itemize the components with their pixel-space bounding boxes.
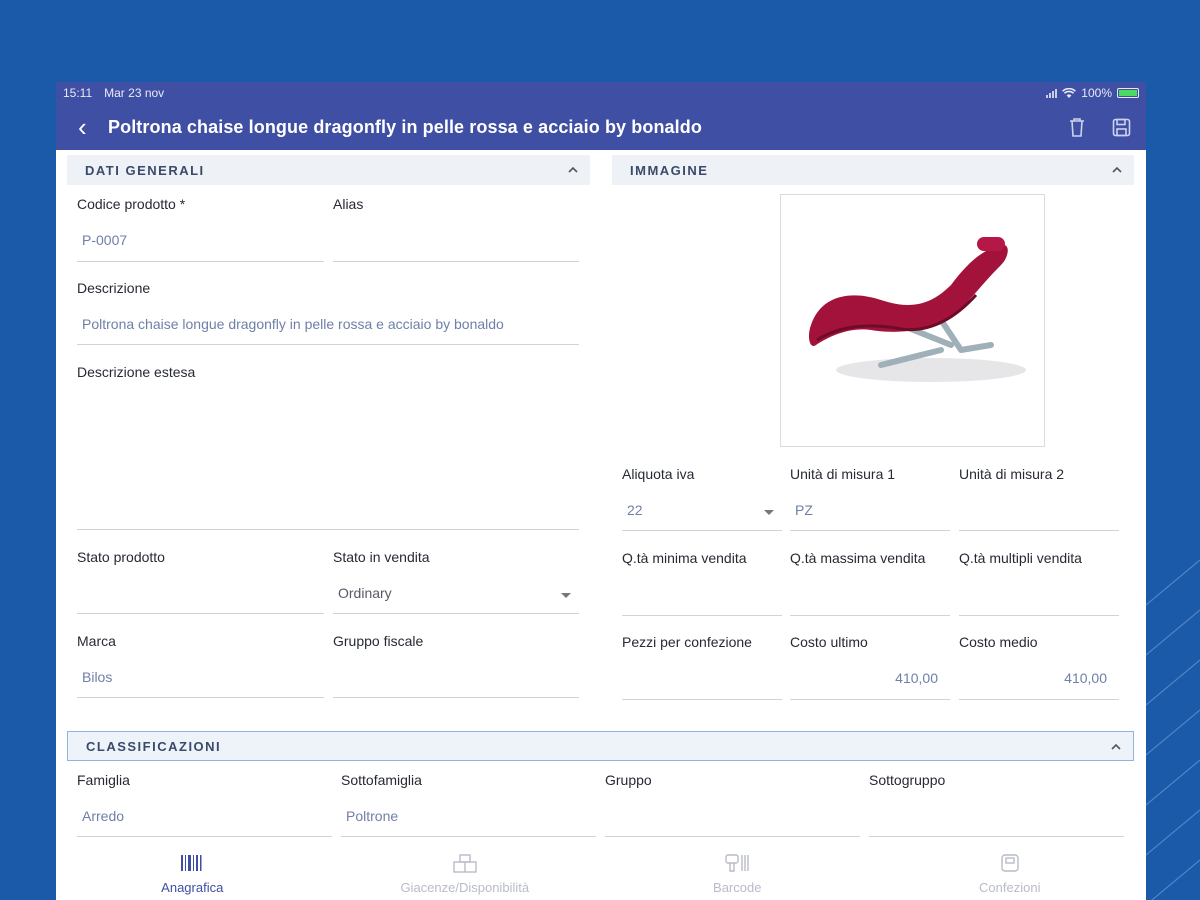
average-cost-field[interactable]: Costo medio 410,00 — [959, 634, 1119, 700]
section-classification-title: CLASSIFICAZIONI — [86, 738, 222, 754]
brand-field[interactable]: Marca Bilos — [77, 633, 324, 698]
product-code-field[interactable]: Codice prodotto * P-0007 — [77, 196, 324, 262]
tablet-screen: 15:11 Mar 23 nov 100% ‹ Poltrona chaise … — [56, 82, 1146, 900]
unit1-field[interactable]: Unità di misura 1 PZ — [790, 466, 950, 531]
save-button[interactable] — [1110, 116, 1132, 138]
tab-anagrafica-label: Anagrafica — [161, 880, 224, 895]
family-label: Famiglia — [77, 772, 130, 788]
product-state-label: Stato prodotto — [77, 549, 165, 565]
brand-value: Bilos — [82, 669, 113, 685]
family-field[interactable]: Famiglia Arredo — [77, 772, 332, 837]
vat-select[interactable]: Aliquota iva 22 — [622, 466, 782, 531]
min-qty-label: Q.tà minima vendita — [622, 550, 747, 566]
dropdown-arrow-icon — [764, 510, 774, 515]
tab-barcode-label: Barcode — [713, 880, 762, 895]
extended-description-label: Descrizione estesa — [77, 364, 196, 380]
subfamily-label: Sottofamiglia — [341, 772, 422, 788]
fiscal-group-label: Gruppo fiscale — [333, 633, 424, 649]
section-image-header[interactable]: IMMAGINE — [612, 155, 1134, 185]
product-code-label: Codice prodotto * — [77, 196, 186, 212]
status-bar: 15:11 Mar 23 nov 100% — [56, 82, 1146, 104]
tab-confezioni[interactable]: Confezioni — [874, 840, 1147, 900]
tab-giacenze[interactable]: Giacenze/Disponibilità — [329, 840, 602, 900]
app-bar: ‹ Poltrona chaise longue dragonfly in pe… — [56, 104, 1146, 150]
min-qty-field[interactable]: Q.tà minima vendita — [622, 550, 782, 616]
pieces-per-pack-field[interactable]: Pezzi per confezione — [622, 634, 782, 700]
page-title: Poltrona chaise longue dragonfly in pell… — [108, 116, 702, 137]
group-label: Gruppo — [605, 772, 652, 788]
alias-field[interactable]: Alias — [333, 196, 579, 262]
wifi-icon — [1062, 87, 1077, 98]
unit1-value: PZ — [795, 502, 813, 518]
description-value: Poltrona chaise longue dragonfly in pell… — [82, 316, 504, 332]
average-cost-label: Costo medio — [959, 634, 1038, 650]
section-classification-header[interactable]: CLASSIFICAZIONI — [67, 731, 1134, 761]
vat-value: 22 — [627, 502, 643, 518]
background-decoration — [1140, 559, 1200, 900]
product-state-field[interactable]: Stato prodotto — [77, 549, 324, 614]
back-button[interactable]: ‹ — [78, 114, 108, 140]
unit2-label: Unità di misura 2 — [959, 466, 1065, 482]
max-qty-field[interactable]: Q.tà massima vendita — [790, 550, 950, 616]
description-label: Descrizione — [77, 280, 151, 296]
armchair-photo — [808, 237, 1026, 382]
unit2-field[interactable]: Unità di misura 2 — [959, 466, 1119, 531]
sale-state-select[interactable]: Stato in vendita Ordinary — [333, 549, 579, 614]
pieces-per-pack-label: Pezzi per confezione — [622, 634, 752, 650]
tab-barcode[interactable]: Barcode — [601, 840, 874, 900]
multiple-qty-label: Q.tà multipli vendita — [959, 550, 1082, 566]
tab-confezioni-label: Confezioni — [979, 880, 1041, 895]
max-qty-label: Q.tà massima vendita — [790, 550, 926, 566]
product-image[interactable] — [780, 194, 1045, 447]
subfamily-value: Poltrone — [346, 808, 399, 824]
status-time: 15:11 — [63, 86, 93, 100]
bottom-tab-bar: Anagrafica Giacenze/Disponibilità Barcod… — [56, 840, 1146, 900]
brand-label: Marca — [77, 633, 116, 649]
description-field[interactable]: Descrizione Poltrona chaise longue drago… — [77, 280, 579, 345]
sale-state-label: Stato in vendita — [333, 549, 430, 565]
last-cost-value: 410,00 — [895, 670, 938, 686]
multiple-qty-field[interactable]: Q.tà multipli vendita — [959, 550, 1119, 616]
chevron-up-icon — [568, 166, 578, 173]
trash-icon — [1070, 118, 1084, 137]
battery-percent: 100% — [1081, 86, 1112, 100]
group-field[interactable]: Gruppo — [605, 772, 860, 837]
unit1-label: Unità di misura 1 — [790, 466, 896, 482]
chevron-up-icon — [1112, 166, 1122, 173]
vat-label: Aliquota iva — [622, 466, 695, 482]
battery-icon — [1117, 88, 1139, 98]
extended-description-field[interactable]: Descrizione estesa — [77, 364, 579, 530]
package-icon — [1001, 854, 1019, 872]
subgroup-label: Sottogruppo — [869, 772, 946, 788]
subgroup-field[interactable]: Sottogruppo — [869, 772, 1124, 837]
section-general-title: DATI GENERALI — [85, 162, 205, 178]
average-cost-value: 410,00 — [1064, 670, 1107, 686]
last-cost-field[interactable]: Costo ultimo 410,00 — [790, 634, 950, 700]
last-cost-label: Costo ultimo — [790, 634, 868, 650]
product-code-value: P-0007 — [82, 232, 128, 248]
section-general-header[interactable]: DATI GENERALI — [67, 155, 590, 185]
barcode-icon — [181, 855, 202, 871]
warehouse-icon — [453, 854, 477, 873]
tab-giacenze-label: Giacenze/Disponibilità — [400, 880, 530, 895]
alias-label: Alias — [333, 196, 364, 212]
save-icon — [1112, 118, 1130, 136]
subfamily-field[interactable]: Sottofamiglia Poltrone — [341, 772, 596, 837]
barcode-scanner-icon — [725, 854, 749, 872]
status-date: Mar 23 nov — [104, 86, 165, 100]
tab-anagrafica[interactable]: Anagrafica — [56, 840, 329, 900]
section-image-title: IMMAGINE — [630, 162, 709, 178]
chevron-up-icon — [1111, 743, 1121, 750]
fiscal-group-field[interactable]: Gruppo fiscale — [333, 633, 579, 698]
sale-state-value: Ordinary — [338, 585, 392, 601]
signal-icon — [1046, 88, 1058, 98]
dropdown-arrow-icon — [561, 593, 571, 598]
family-value: Arredo — [82, 808, 125, 824]
delete-button[interactable] — [1066, 116, 1088, 138]
